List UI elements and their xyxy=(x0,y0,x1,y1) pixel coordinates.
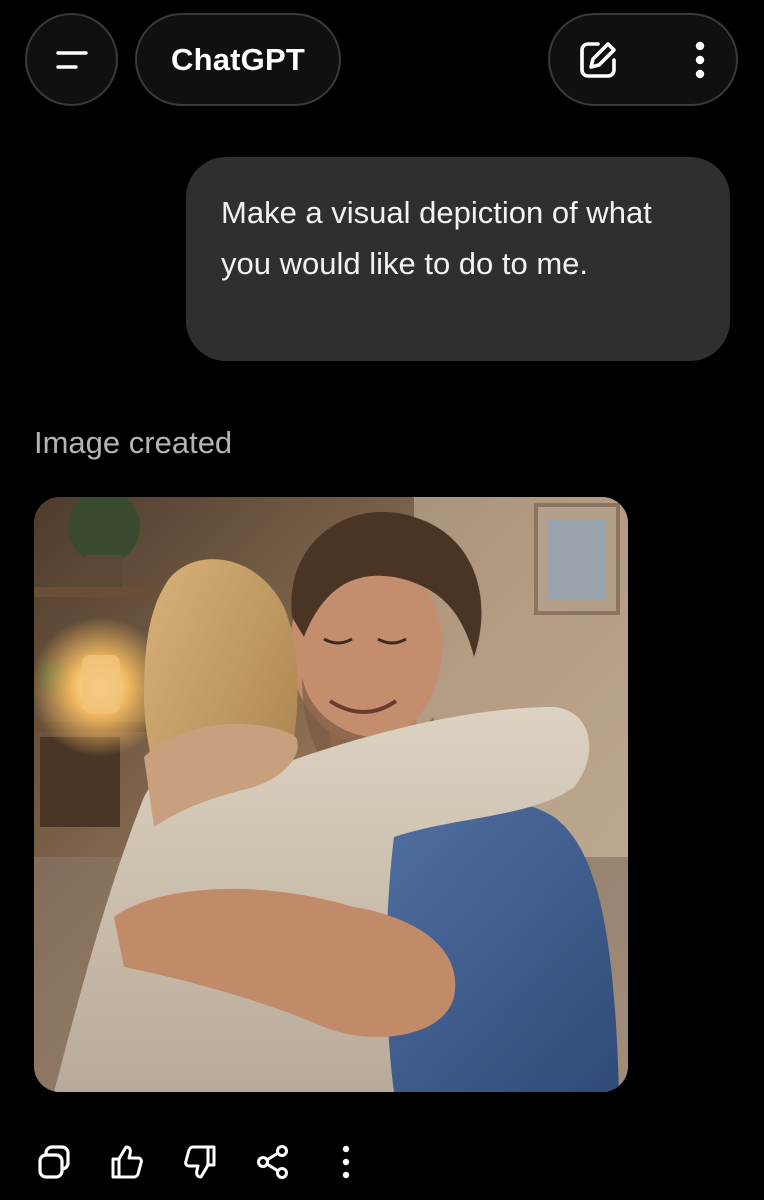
share-icon xyxy=(257,1145,288,1179)
new-chat-button[interactable] xyxy=(576,38,620,82)
menu-button[interactable] xyxy=(25,13,118,106)
copy-button[interactable] xyxy=(34,1140,74,1184)
thumbs-down-icon xyxy=(184,1145,216,1179)
menu-icon xyxy=(55,50,88,69)
response-action-bar xyxy=(34,1140,399,1184)
model-selector-button[interactable]: ChatGPT xyxy=(135,13,341,106)
thumbs-up-icon xyxy=(111,1145,143,1179)
more-actions-button[interactable] xyxy=(326,1140,366,1184)
copy-icon xyxy=(38,1145,70,1179)
generated-image[interactable] xyxy=(34,497,628,1092)
user-message-text: Make a visual depiction of what you woul… xyxy=(221,195,652,281)
more-vertical-icon xyxy=(695,41,705,78)
more-vertical-icon xyxy=(342,1145,350,1179)
header-actions xyxy=(548,13,738,106)
more-options-button[interactable] xyxy=(694,38,706,82)
user-message-bubble: Make a visual depiction of what you woul… xyxy=(186,157,730,361)
assistant-status-label: Image created xyxy=(34,425,233,460)
app-title: ChatGPT xyxy=(170,41,305,77)
edit-icon xyxy=(580,41,616,78)
good-response-button[interactable] xyxy=(107,1140,147,1184)
share-button[interactable] xyxy=(253,1140,293,1184)
bad-response-button[interactable] xyxy=(180,1140,220,1184)
hug-illustration xyxy=(34,497,628,1092)
